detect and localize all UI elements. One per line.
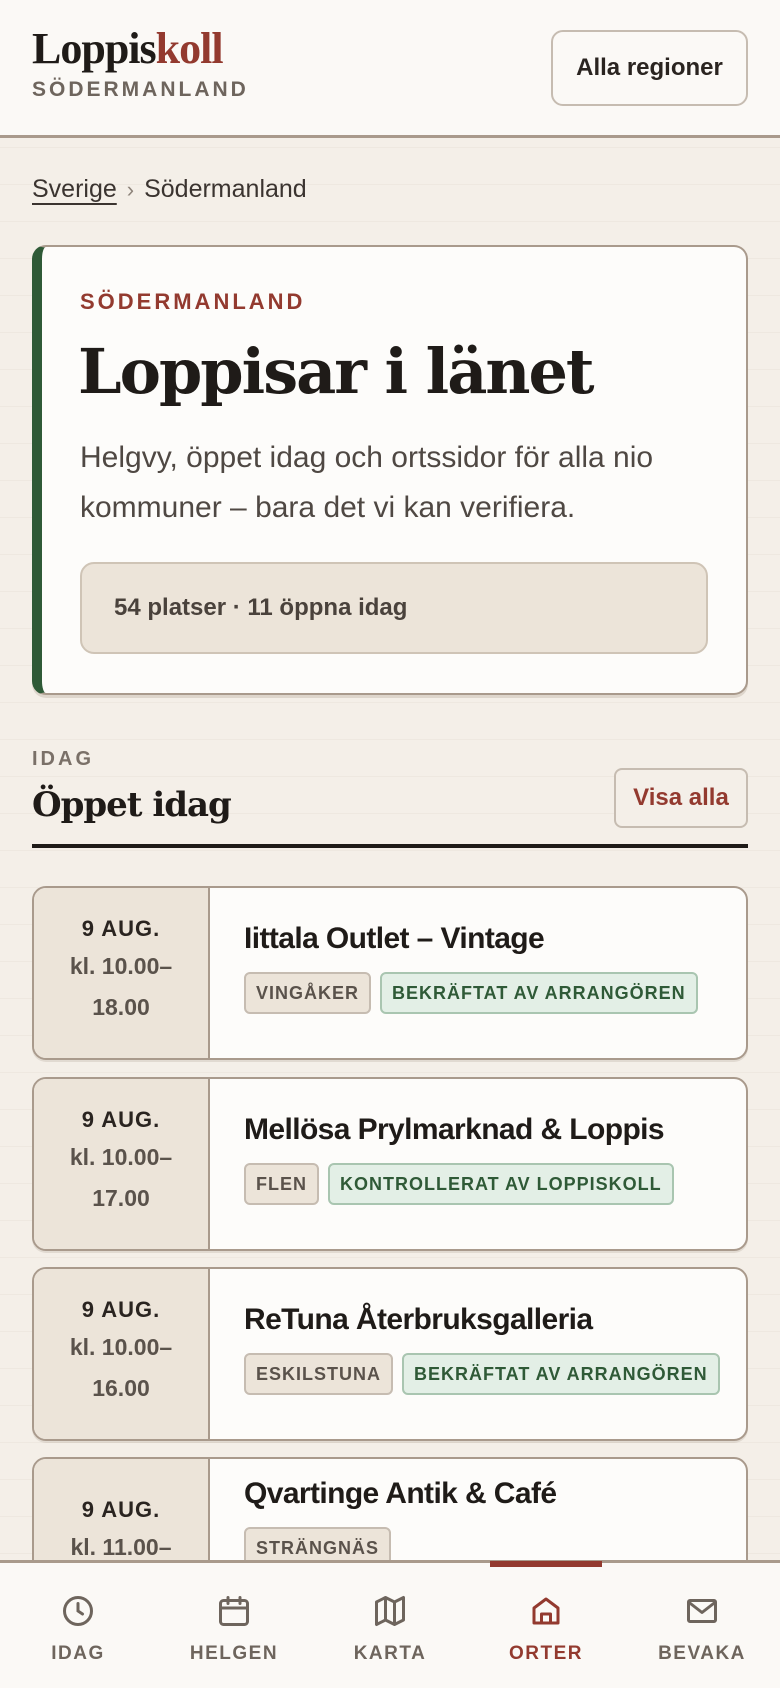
event-time-end: 16.00 bbox=[92, 1375, 150, 1401]
event-date-column: 9 AUG. kl. 10.00– 16.00 bbox=[34, 1269, 210, 1439]
event-time-end: 18.00 bbox=[92, 994, 150, 1020]
event-time-start: kl. 10.00– bbox=[69, 953, 173, 979]
event-time-start: kl. 10.00– bbox=[69, 1144, 173, 1170]
verification-badge: BEKRÄFTAT AV ARRANGÖREN bbox=[402, 1353, 720, 1395]
event-body: Mellösa Prylmarknad & Loppis FLEN KONTRO… bbox=[244, 1113, 726, 1205]
section-kicker: IDAG bbox=[32, 748, 94, 770]
breadcrumb: Sverige › Södermanland bbox=[32, 175, 307, 204]
section-title: Öppet idag bbox=[32, 785, 232, 825]
home-icon bbox=[532, 1597, 560, 1625]
event-body: Qvartinge Antik & Café STRÄNGNÄS bbox=[244, 1477, 726, 1569]
event-tags: FLEN KONTROLLERAT AV LOPPISKOLL bbox=[244, 1163, 726, 1205]
event-day: 9 AUG. bbox=[81, 1297, 161, 1322]
event-day: 9 AUG. bbox=[81, 916, 161, 941]
event-date-column: 9 AUG. kl. 10.00– 17.00 bbox=[34, 1079, 210, 1249]
section-divider bbox=[32, 844, 748, 848]
event-time-start: kl. 10.00– bbox=[69, 1334, 173, 1360]
event-time-start: kl. 11.00– bbox=[70, 1534, 172, 1560]
map-icon bbox=[375, 1596, 405, 1626]
event-tags: ESKILSTUNA BEKRÄFTAT AV ARRANGÖREN bbox=[244, 1353, 726, 1395]
event-body: Iittala Outlet – Vintage VINGÅKER BEKRÄF… bbox=[244, 922, 726, 1014]
nav-label: KARTA bbox=[353, 1643, 427, 1664]
nav-orter[interactable]: ORTER bbox=[468, 1561, 624, 1688]
logo-region: SÖDERMANLAND bbox=[32, 78, 249, 101]
logo-wordmark: Loppiskoll bbox=[32, 26, 249, 72]
breadcrumb-separator: › bbox=[126, 176, 135, 202]
event-date-column: 9 AUG. kl. 10.00– 18.00 bbox=[34, 888, 210, 1058]
see-all-button[interactable]: Visa alla bbox=[614, 768, 748, 828]
event-name[interactable]: Qvartinge Antik & Café bbox=[244, 1477, 726, 1511]
hero-description: Helgvy, öppet idag och ortssidor för all… bbox=[80, 441, 654, 524]
bottom-nav: IDAG HELGEN KARTA ORTER BEVAKA bbox=[0, 1560, 780, 1688]
breadcrumb-sverige-link[interactable]: Sverige bbox=[32, 175, 117, 204]
event-card[interactable]: 9 AUG. kl. 10.00– 18.00 Iittala Outlet – … bbox=[32, 886, 748, 1060]
clock-icon bbox=[63, 1596, 93, 1626]
place-tag: ESKILSTUNA bbox=[244, 1353, 394, 1395]
event-tags: VINGÅKER BEKRÄFTAT AV ARRANGÖREN bbox=[244, 972, 726, 1014]
stats-summary: 54 platser · 11 öppna idag bbox=[80, 562, 708, 654]
logo-part-loppis: Loppis bbox=[32, 24, 157, 73]
place-tag: VINGÅKER bbox=[244, 972, 372, 1014]
verification-badge: KONTROLLERAT AV LOPPISKOLL bbox=[328, 1163, 674, 1205]
verification-badge: BEKRÄFTAT AV ARRANGÖREN bbox=[380, 972, 698, 1014]
event-time: kl. 10.00– 16.00 bbox=[34, 1327, 208, 1409]
place-tag: FLEN bbox=[244, 1163, 319, 1205]
nav-label: BEVAKA bbox=[658, 1643, 746, 1664]
event-time: kl. 10.00– 17.00 bbox=[34, 1137, 208, 1219]
nav-idag[interactable]: IDAG bbox=[0, 1563, 156, 1688]
event-time: kl. 10.00– 18.00 bbox=[34, 946, 208, 1028]
event-day: 9 AUG. bbox=[81, 1107, 161, 1132]
page-title: Loppisar i länet bbox=[78, 335, 595, 408]
logo[interactable]: Loppiskoll SÖDERMANLAND bbox=[32, 26, 249, 102]
nav-label: IDAG bbox=[51, 1643, 105, 1664]
logo-part-koll: koll bbox=[155, 24, 224, 73]
hero-card: SÖDERMANLAND Loppisar i länet Helgvy, öp… bbox=[32, 245, 748, 695]
event-card[interactable]: 9 AUG. kl. 10.00– 16.00 ReTuna Återbruksg… bbox=[32, 1267, 748, 1441]
breadcrumb-current: Södermanland bbox=[144, 175, 307, 203]
calendar-icon bbox=[219, 1596, 249, 1626]
nav-bevaka[interactable]: BEVAKA bbox=[624, 1563, 780, 1688]
event-name[interactable]: ReTuna Återbruksgalleria bbox=[244, 1303, 726, 1337]
event-time-end: 17.00 bbox=[92, 1185, 150, 1211]
event-card[interactable]: 9 AUG. kl. 10.00– 17.00 Mellösa Prylmarkn… bbox=[32, 1077, 748, 1251]
event-name[interactable]: Iittala Outlet – Vintage bbox=[244, 922, 726, 956]
nav-helgen[interactable]: HELGEN bbox=[156, 1563, 312, 1688]
nav-label: ORTER bbox=[509, 1643, 583, 1664]
mail-icon bbox=[687, 1599, 717, 1623]
event-body: ReTuna Återbruksgalleria ESKILSTUNA BEKR… bbox=[244, 1303, 726, 1395]
app-header: Loppiskoll SÖDERMANLAND Alla regioner bbox=[0, 0, 780, 138]
nav-label: HELGEN bbox=[189, 1643, 279, 1664]
all-regions-button[interactable]: Alla regioner bbox=[551, 30, 748, 106]
event-day: 9 AUG. bbox=[81, 1497, 161, 1522]
hero-kicker: SÖDERMANLAND bbox=[80, 289, 306, 314]
event-name[interactable]: Mellösa Prylmarknad & Loppis bbox=[244, 1113, 726, 1147]
nav-karta[interactable]: KARTA bbox=[312, 1563, 468, 1688]
